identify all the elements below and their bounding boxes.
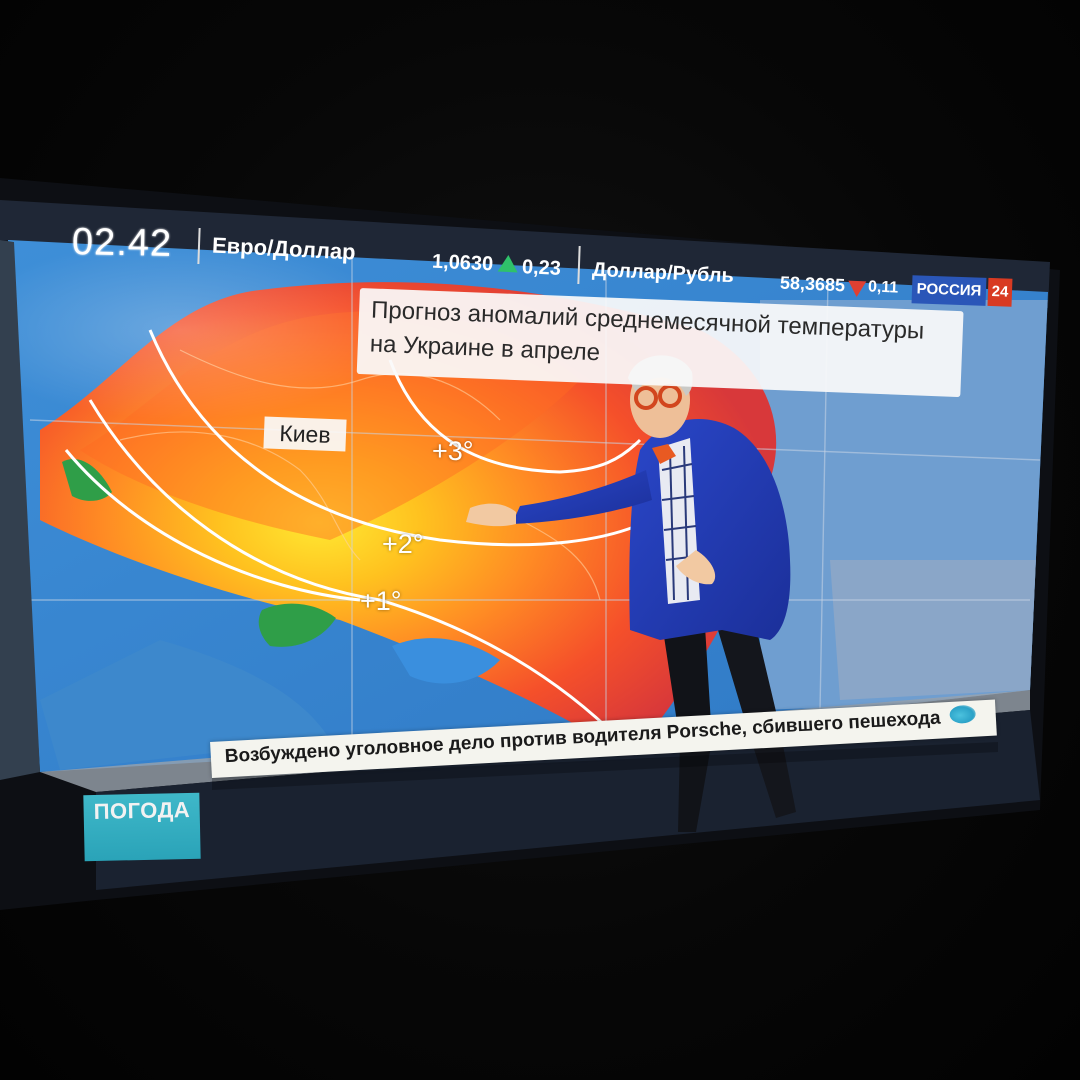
cloud-icon <box>949 704 977 725</box>
isotherm-label-plus2: +2° <box>382 529 424 559</box>
channel-number: 24 <box>987 277 1013 307</box>
tv-broadcast-image <box>0 178 1060 910</box>
arrow-up-icon <box>497 254 519 273</box>
eur-usd-value: 1,0630 <box>431 250 494 276</box>
arrow-down-icon <box>847 280 867 298</box>
forecast-title-line2: на Украине в апреле <box>369 330 601 367</box>
photo-of-tv-screen: 02.42 Евро/Доллар 1,0630 0,23 Доллар/Руб… <box>0 0 1080 1080</box>
usd-rub-change: 0,11 <box>867 278 899 297</box>
eur-usd-change: 0,23 <box>521 256 562 280</box>
clock-readout: 02.42 <box>71 221 173 265</box>
channel-name: РОССИЯ <box>911 275 987 306</box>
weather-section-label: ПОГОДА <box>93 796 191 825</box>
usd-rub-value: 58,3685 <box>779 272 846 296</box>
city-label-kiev: Киев <box>263 416 347 452</box>
isotherm-label-plus1: +1° <box>360 586 402 616</box>
channel-logo: РОССИЯ 24 <box>911 275 1013 307</box>
isotherm-label-plus3: +3° <box>432 436 474 466</box>
weather-section-tag: ПОГОДА <box>83 792 201 862</box>
